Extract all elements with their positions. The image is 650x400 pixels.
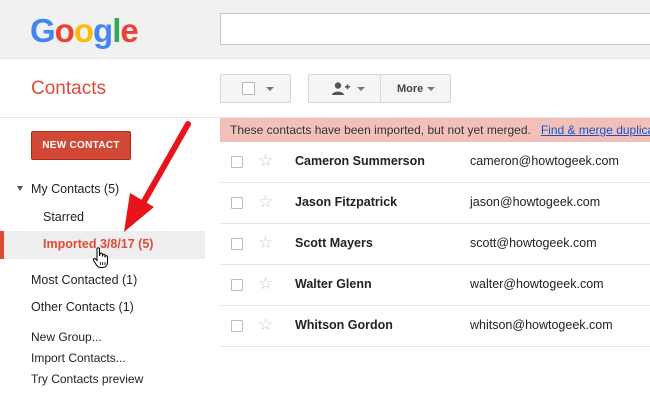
row-checkbox[interactable] — [231, 279, 243, 291]
contact-name: Whitson Gordon — [295, 318, 393, 332]
expand-triangle-icon[interactable] — [17, 186, 23, 191]
add-to-group-button[interactable] — [308, 74, 380, 103]
new-contact-button[interactable]: NEW CONTACT — [31, 131, 131, 160]
contacts-window: Google Contacts More NEW CONTACT My Cont… — [0, 0, 650, 400]
star-icon[interactable]: ☆ — [258, 274, 273, 294]
chevron-down-icon — [427, 87, 435, 91]
contact-email: whitson@howtogeek.com — [470, 318, 613, 332]
logo-letter: g — [93, 12, 113, 49]
row-checkbox[interactable] — [231, 197, 243, 209]
contact-name: Jason Fitzpatrick — [295, 195, 398, 209]
contact-row[interactable]: ☆ Scott Mayers scott@howtogeek.com — [220, 224, 650, 265]
contact-email: jason@howtogeek.com — [470, 195, 601, 209]
checkbox-icon — [242, 82, 255, 95]
sidebar-item-my-contacts[interactable]: My Contacts (5) — [31, 182, 119, 196]
row-checkbox[interactable] — [231, 320, 243, 332]
chevron-down-icon — [357, 87, 365, 91]
star-icon[interactable]: ☆ — [258, 151, 273, 171]
contact-email: scott@howtogeek.com — [470, 236, 597, 250]
import-notice: These contacts have been imported, but n… — [220, 118, 650, 142]
try-preview-link[interactable]: Try Contacts preview — [31, 372, 143, 386]
contact-email: walter@howtogeek.com — [470, 277, 604, 291]
logo-letter: o — [54, 12, 75, 49]
star-icon[interactable]: ☆ — [258, 315, 273, 335]
more-label: More — [397, 83, 424, 95]
contact-name: Scott Mayers — [295, 236, 373, 250]
row-checkbox[interactable] — [231, 238, 243, 250]
contact-email: cameron@howtogeek.com — [470, 154, 619, 168]
contact-row[interactable]: ☆ Whitson Gordon whitson@howtogeek.com — [220, 306, 650, 347]
sidebar-item-most-contacted[interactable]: Most Contacted (1) — [31, 273, 137, 287]
search-input[interactable] — [220, 13, 650, 45]
logo-letter: e — [120, 12, 138, 49]
more-button[interactable]: More — [380, 74, 451, 103]
select-menu-button[interactable] — [220, 74, 291, 103]
selected-indicator — [0, 231, 4, 259]
add-person-icon — [332, 82, 350, 95]
google-logo[interactable]: Google — [30, 12, 139, 50]
contact-name: Cameron Summerson — [295, 154, 425, 168]
hand-cursor-icon — [92, 247, 108, 268]
top-bar: Google — [0, 0, 650, 59]
logo-letter: l — [112, 12, 121, 49]
logo-letter: G — [30, 12, 56, 49]
contact-name: Walter Glenn — [295, 277, 372, 291]
sidebar-item-starred[interactable]: Starred — [43, 210, 84, 224]
row-checkbox[interactable] — [231, 156, 243, 168]
find-merge-duplicates-link[interactable]: Find & merge duplicates — [541, 123, 650, 137]
contact-row[interactable]: ☆ Jason Fitzpatrick jason@howtogeek.com — [220, 183, 650, 224]
contact-row[interactable]: ☆ Walter Glenn walter@howtogeek.com — [220, 265, 650, 306]
import-contacts-link[interactable]: Import Contacts... — [31, 351, 126, 365]
new-group-link[interactable]: New Group... — [31, 330, 102, 344]
notice-message: These contacts have been imported, but n… — [230, 123, 531, 137]
chevron-down-icon — [266, 87, 274, 91]
sidebar-item-other-contacts[interactable]: Other Contacts (1) — [31, 300, 134, 314]
logo-letter: o — [73, 12, 94, 49]
app-title[interactable]: Contacts — [31, 78, 106, 100]
contact-row[interactable]: ☆ Cameron Summerson cameron@howtogeek.co… — [220, 142, 650, 183]
star-icon[interactable]: ☆ — [258, 192, 273, 212]
star-icon[interactable]: ☆ — [258, 233, 273, 253]
